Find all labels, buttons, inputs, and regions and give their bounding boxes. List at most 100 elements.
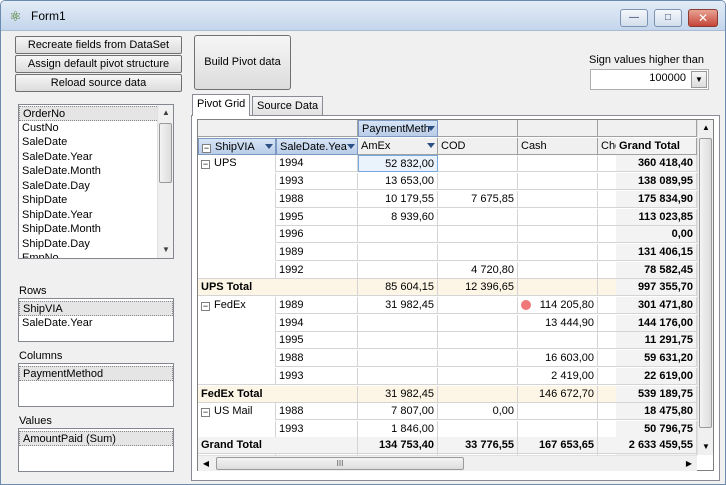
value-cell[interactable] [598, 385, 618, 403]
field-list-item[interactable]: ShipDate [19, 193, 173, 208]
fields-scrollbar[interactable]: ▲ ▼ [157, 105, 173, 258]
grid-vertical-scrollbar[interactable]: ▲ ▼ [697, 120, 713, 455]
value-cell[interactable] [598, 173, 618, 191]
value-cell[interactable]: 31 982,45 [358, 297, 438, 314]
value-cell[interactable] [518, 279, 598, 297]
row-field-shipvia[interactable]: − ShipVIA [198, 137, 276, 155]
value-cell[interactable]: 10 179,55 [358, 190, 438, 208]
value-cell[interactable] [598, 190, 618, 208]
rows-listbox[interactable]: ShipVIA SaleDate.Year [18, 298, 174, 342]
value-cell[interactable] [598, 314, 618, 332]
chevron-down-icon[interactable] [427, 126, 435, 131]
rows-list-item[interactable]: SaleDate.Year [19, 316, 173, 331]
value-cell[interactable] [358, 243, 438, 261]
build-pivot-button[interactable]: Build Pivot data [194, 35, 291, 90]
value-cell[interactable] [438, 367, 518, 385]
value-cell[interactable] [518, 420, 598, 438]
value-cell[interactable] [598, 226, 618, 244]
value-cell[interactable] [518, 173, 598, 191]
value-cell[interactable]: 2 419,00 [518, 367, 598, 385]
column-header[interactable]: Cash [518, 137, 598, 155]
value-cell[interactable]: 16 603,00 [518, 350, 598, 368]
value-cell[interactable]: 7 807,00 [358, 403, 438, 421]
scroll-down-icon[interactable]: ▼ [158, 242, 173, 258]
tab-source-data[interactable]: Source Data [252, 96, 324, 116]
field-list-item[interactable]: CustNo [19, 121, 173, 136]
value-cell[interactable]: 0,00 [438, 403, 518, 421]
value-cell[interactable] [438, 155, 518, 173]
chevron-down-icon[interactable]: ▼ [691, 71, 707, 88]
collapse-icon[interactable]: − [201, 408, 210, 418]
value-cell[interactable] [598, 350, 618, 368]
value-cell[interactable]: 146 672,70 [518, 385, 598, 403]
field-list-item[interactable]: SaleDate.Month [19, 164, 173, 179]
value-cell[interactable] [358, 226, 438, 244]
column-header[interactable]: AmEx [358, 137, 438, 155]
value-cell[interactable] [438, 297, 518, 314]
field-list-item[interactable]: SaleDate.Day [19, 179, 173, 194]
column-header[interactable]: Che [598, 137, 618, 155]
value-cell[interactable] [358, 314, 438, 332]
minimize-button[interactable]: — [620, 9, 648, 27]
values-list-item[interactable]: AmountPaid (Sum) [19, 431, 173, 446]
grid-vscroll-thumb[interactable] [699, 138, 712, 428]
scroll-left-icon[interactable]: ◀ [198, 456, 214, 471]
rows-list-item[interactable]: ShipVIA [19, 301, 173, 316]
field-list-item[interactable]: EmpNo [19, 251, 173, 258]
value-cell[interactable] [598, 279, 618, 297]
value-cell[interactable]: 52 832,00 [358, 155, 438, 173]
value-cell[interactable] [438, 208, 518, 226]
tab-pivot-grid[interactable]: Pivot Grid [192, 94, 251, 116]
value-cell[interactable]: 4 720,80 [438, 261, 518, 279]
value-cell[interactable] [518, 226, 598, 244]
scroll-up-icon[interactable]: ▲ [698, 120, 714, 136]
grid-horizontal-scrollbar[interactable]: ◀ III ▶ [198, 455, 697, 471]
value-cell[interactable] [518, 155, 598, 173]
value-cell[interactable] [518, 243, 598, 261]
value-cell[interactable] [438, 243, 518, 261]
value-cell[interactable] [598, 261, 618, 279]
scroll-down-icon[interactable]: ▼ [698, 439, 714, 455]
collapse-icon[interactable]: − [201, 160, 210, 170]
scroll-right-icon[interactable]: ▶ [681, 456, 697, 471]
value-cell[interactable] [358, 350, 438, 368]
columns-list-item[interactable]: PaymentMethod [19, 366, 173, 381]
collapse-icon[interactable]: − [201, 302, 210, 311]
chevron-down-icon[interactable] [347, 143, 355, 149]
row-field-saledate-year[interactable]: SaleDate.Yea [276, 137, 358, 155]
value-cell[interactable] [438, 173, 518, 191]
field-list-item[interactable]: ShipDate.Day [19, 237, 173, 252]
value-cell[interactable] [518, 332, 598, 350]
value-cell[interactable] [518, 261, 598, 279]
value-cell[interactable] [598, 243, 618, 261]
pivot-grid[interactable]: PaymentMeth − ShipVIA SaleDate.Yea AmEx COD Ca… [197, 119, 714, 471]
column-header[interactable]: COD [438, 137, 518, 155]
value-cell[interactable]: 7 675,85 [438, 190, 518, 208]
value-cell[interactable] [598, 208, 618, 226]
grid-hscroll-thumb[interactable]: III [216, 457, 464, 470]
scroll-up-icon[interactable]: ▲ [158, 105, 173, 121]
value-cell[interactable] [598, 155, 618, 173]
value-cell[interactable] [598, 367, 618, 385]
value-cell[interactable] [358, 332, 438, 350]
value-cell[interactable] [438, 314, 518, 332]
value-cell[interactable] [518, 208, 598, 226]
value-cell[interactable] [598, 297, 618, 314]
value-cell[interactable]: 8 939,60 [358, 208, 438, 226]
value-cell[interactable] [358, 261, 438, 279]
field-list-item[interactable]: ShipDate.Year [19, 208, 173, 223]
value-cell[interactable]: 13 653,00 [358, 173, 438, 191]
value-cell[interactable] [438, 332, 518, 350]
value-cell[interactable] [438, 420, 518, 438]
field-list-item[interactable]: SaleDate [19, 135, 173, 150]
reload-source-data-button[interactable]: Reload source data [15, 74, 182, 92]
value-cell[interactable] [438, 350, 518, 368]
value-cell[interactable]: 114 205,80 [518, 297, 598, 314]
chevron-down-icon[interactable] [265, 143, 273, 149]
maximize-button[interactable]: □ [654, 9, 682, 27]
value-cell[interactable]: 13 444,90 [518, 314, 598, 332]
value-cell[interactable] [518, 403, 598, 421]
value-cell[interactable] [358, 367, 438, 385]
value-cell[interactable]: 31 982,45 [358, 385, 438, 403]
value-cell[interactable]: 1 846,00 [358, 420, 438, 438]
